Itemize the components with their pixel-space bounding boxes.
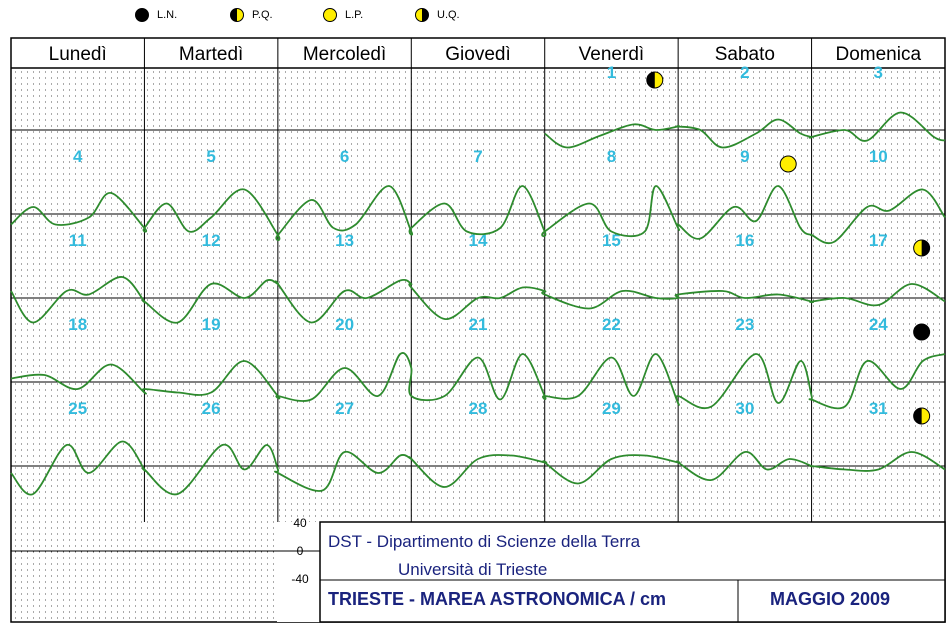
date-label: 18: [68, 315, 87, 334]
date-label: 24: [869, 315, 888, 334]
scale-tick-label: -40: [291, 572, 309, 586]
date-label: 4: [73, 147, 83, 166]
day-header: Domenica: [836, 44, 922, 65]
date-label: 7: [473, 147, 482, 166]
tide-calendar: L.N. P.Q. L.P. U.Q. Lunedì Martedì Mercole…: [0, 0, 950, 629]
first-quarter-shade: [913, 408, 922, 424]
date-label: 26: [202, 399, 221, 418]
date-label: 13: [335, 231, 354, 250]
date-label: 25: [68, 399, 87, 418]
university-line: Università di Trieste: [398, 560, 548, 579]
scale-tick-label: 40: [293, 516, 307, 530]
date-label: 5: [206, 147, 215, 166]
day-header: Lunedì: [49, 44, 107, 65]
date-label: 23: [735, 315, 754, 334]
day-header: Martedì: [179, 44, 243, 65]
chart-title: TRIESTE - MAREA ASTRONOMICA / cm: [328, 589, 667, 609]
date-label: 22: [602, 315, 621, 334]
date-label: 21: [469, 315, 488, 334]
date-label: 31: [869, 399, 888, 418]
date-label: 1: [607, 63, 616, 82]
scale-tick-label: 0: [297, 544, 304, 558]
date-label: 16: [735, 231, 754, 250]
date-label: 20: [335, 315, 354, 334]
full-moon-icon: [779, 155, 797, 173]
day-header: Venerdì: [579, 44, 645, 65]
date-label: 19: [202, 315, 221, 334]
day-header: Sabato: [715, 44, 775, 65]
institution-line: DST - Dipartimento di Scienze della Terr…: [328, 532, 641, 551]
date-label: 17: [869, 231, 888, 250]
day-header: Mercoledì: [303, 44, 386, 65]
date-label: 9: [740, 147, 749, 166]
new-moon-icon: [913, 323, 931, 341]
date-label: 28: [469, 399, 488, 418]
date-label: 27: [335, 399, 354, 418]
date-label: 12: [202, 231, 221, 250]
month-label: MAGGIO 2009: [770, 589, 891, 609]
date-label: 11: [69, 231, 87, 250]
first-quarter-shade: [646, 72, 655, 88]
date-label: 3: [874, 63, 883, 82]
date-label: 30: [735, 399, 754, 418]
last-quarter-shade: [921, 240, 930, 256]
date-label: 29: [602, 399, 621, 418]
date-label: 8: [607, 147, 616, 166]
date-label: 6: [340, 147, 349, 166]
tide-curve-week-2: [10, 185, 946, 244]
date-label: 10: [869, 147, 888, 166]
day-header: Giovedì: [445, 44, 510, 65]
date-label: 2: [740, 63, 749, 82]
